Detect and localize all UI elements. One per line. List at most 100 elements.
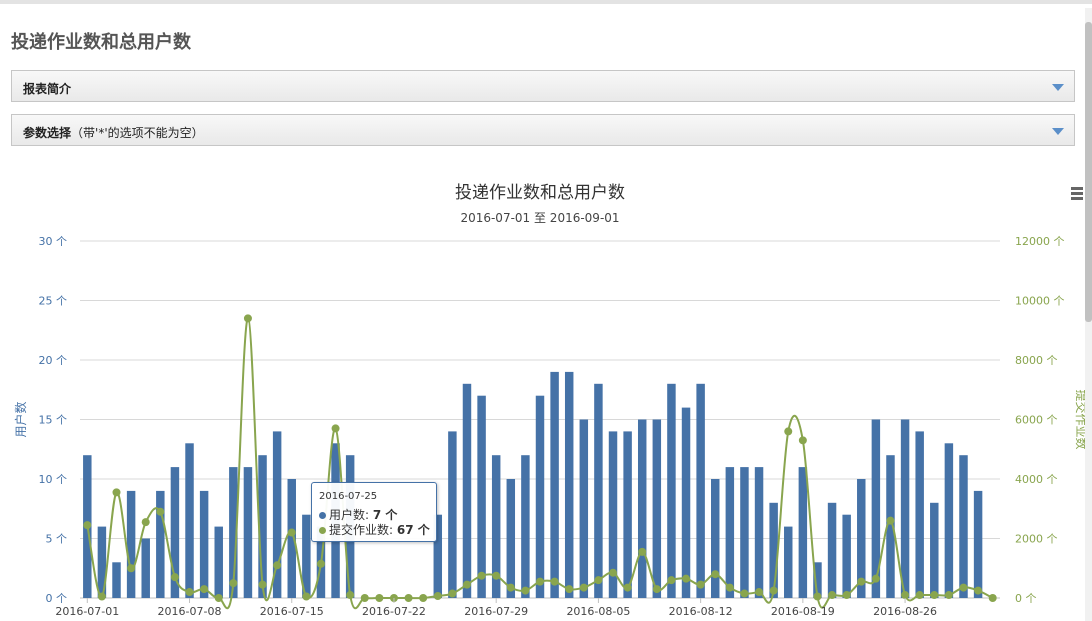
x-tick-label: 2016-07-29 xyxy=(464,605,528,618)
y-left-tick-label: 5 个 xyxy=(46,533,68,546)
line-point xyxy=(930,591,939,600)
y-right-tick-label: 0 个 xyxy=(1015,592,1037,605)
line-point xyxy=(579,583,588,592)
scrollbar-thumb[interactable] xyxy=(1085,22,1092,322)
bar xyxy=(944,443,954,598)
chart-menu-icon[interactable] xyxy=(1071,187,1083,201)
line-point xyxy=(740,589,749,598)
bar xyxy=(550,371,559,598)
line-point xyxy=(287,528,296,537)
bar xyxy=(594,383,603,598)
chart-title: 投递作业数和总用户数 xyxy=(455,183,625,203)
line-point xyxy=(97,592,106,601)
bar xyxy=(754,467,764,598)
bar xyxy=(900,419,910,598)
report-intro-label: 报表简介 xyxy=(23,82,72,96)
parameter-selection-panel[interactable]: 参数选择（带'*'的选项不能为空） xyxy=(11,114,1075,146)
x-tick-label: 2016-07-08 xyxy=(158,605,222,618)
line-point xyxy=(214,594,223,602)
y-left-tick-label: 30 个 xyxy=(39,235,68,248)
line-point xyxy=(243,314,252,323)
line-point xyxy=(156,507,165,516)
line-point xyxy=(652,585,661,594)
line-point xyxy=(273,561,282,570)
x-tick-label: 2016-08-26 xyxy=(873,605,937,618)
chart: 投递作业数和总用户数 2016-07-01 至 2016-09-01 0 个 5 个 1… xyxy=(13,183,1085,618)
line-point xyxy=(477,571,486,580)
line-point xyxy=(141,518,150,527)
line-point xyxy=(375,594,384,602)
x-tick-label: 2016-07-22 xyxy=(362,605,426,618)
y-left-tick-label: 0 个 xyxy=(46,592,68,605)
line-point xyxy=(521,586,530,595)
page-scrollbar[interactable] xyxy=(1085,8,1092,621)
chart-tooltip: 2016-07-25 用户数: 7 个 提交作业数: 67 个 xyxy=(311,482,437,542)
line-point xyxy=(609,568,618,577)
bar xyxy=(696,383,705,598)
bar xyxy=(681,407,691,598)
y-left-tick-label: 15 个 xyxy=(39,414,68,427)
bar xyxy=(915,431,924,598)
line-point xyxy=(331,424,340,433)
bar xyxy=(448,431,457,598)
bar xyxy=(185,443,194,598)
line-point xyxy=(798,436,807,445)
line-point xyxy=(725,583,734,592)
chevron-down-icon[interactable] xyxy=(1052,84,1064,91)
series-dot-icon xyxy=(319,512,326,519)
x-tick-label: 2016-08-05 xyxy=(566,605,630,618)
line-point xyxy=(871,574,880,583)
y-right-tick-label: 2000 个 xyxy=(1015,533,1058,546)
bar xyxy=(711,479,720,598)
line-point xyxy=(170,573,179,582)
x-tick-label: 2016-07-15 xyxy=(260,605,324,618)
line-point xyxy=(550,577,559,586)
line-point xyxy=(813,592,822,601)
chart-subtitle: 2016-07-01 至 2016-09-01 xyxy=(460,211,619,225)
y-left-axis-title: 用户数 xyxy=(13,401,28,437)
report-intro-panel[interactable]: 报表简介 xyxy=(11,70,1075,102)
bar xyxy=(112,562,121,598)
line-point xyxy=(959,583,968,592)
page-title: 投递作业数和总用户数 xyxy=(11,32,191,53)
chevron-down-icon[interactable] xyxy=(1052,128,1064,135)
line-point xyxy=(536,577,544,586)
x-tick-label: 2016-08-12 xyxy=(669,605,733,618)
bar xyxy=(243,467,253,598)
parameter-hint: （带'*'的选项不能为空） xyxy=(71,126,204,140)
bar xyxy=(784,526,793,598)
line-point xyxy=(667,576,676,585)
line-point xyxy=(915,591,924,600)
bar xyxy=(521,455,530,598)
y-right-axis-title: 提交作业数 xyxy=(1074,389,1085,449)
line-point xyxy=(433,592,442,601)
line-point xyxy=(83,521,92,530)
line-point xyxy=(886,516,895,525)
bar xyxy=(740,467,749,598)
line-point xyxy=(682,574,691,583)
bar xyxy=(564,371,574,598)
line-point xyxy=(302,592,311,601)
bar xyxy=(477,395,486,598)
bar xyxy=(156,490,165,598)
line-point xyxy=(462,580,471,589)
bar xyxy=(667,383,676,598)
bar xyxy=(725,467,735,598)
line-point xyxy=(696,580,705,589)
line-point xyxy=(944,591,953,600)
parameter-selection-label: 参数选择（带'*'的选项不能为空） xyxy=(23,126,204,140)
y-right-tick-label: 4000 个 xyxy=(1015,473,1058,486)
tooltip-date: 2016-07-25 xyxy=(319,491,378,502)
line-point xyxy=(492,571,501,580)
bar xyxy=(827,502,837,598)
bar xyxy=(637,419,647,598)
report-window: 投递作业数和总用户数 报表简介 参数选择（带'*'的选项不能为空） 投递作业数和… xyxy=(0,0,1092,621)
line-point xyxy=(828,591,837,600)
y-right-tick-label: 8000 个 xyxy=(1015,354,1058,367)
line-point xyxy=(857,577,866,586)
line-point xyxy=(258,580,267,589)
line-point xyxy=(974,586,983,595)
bar xyxy=(798,467,808,598)
y-left-tick-label: 10 个 xyxy=(39,473,68,486)
line-point xyxy=(360,594,369,602)
